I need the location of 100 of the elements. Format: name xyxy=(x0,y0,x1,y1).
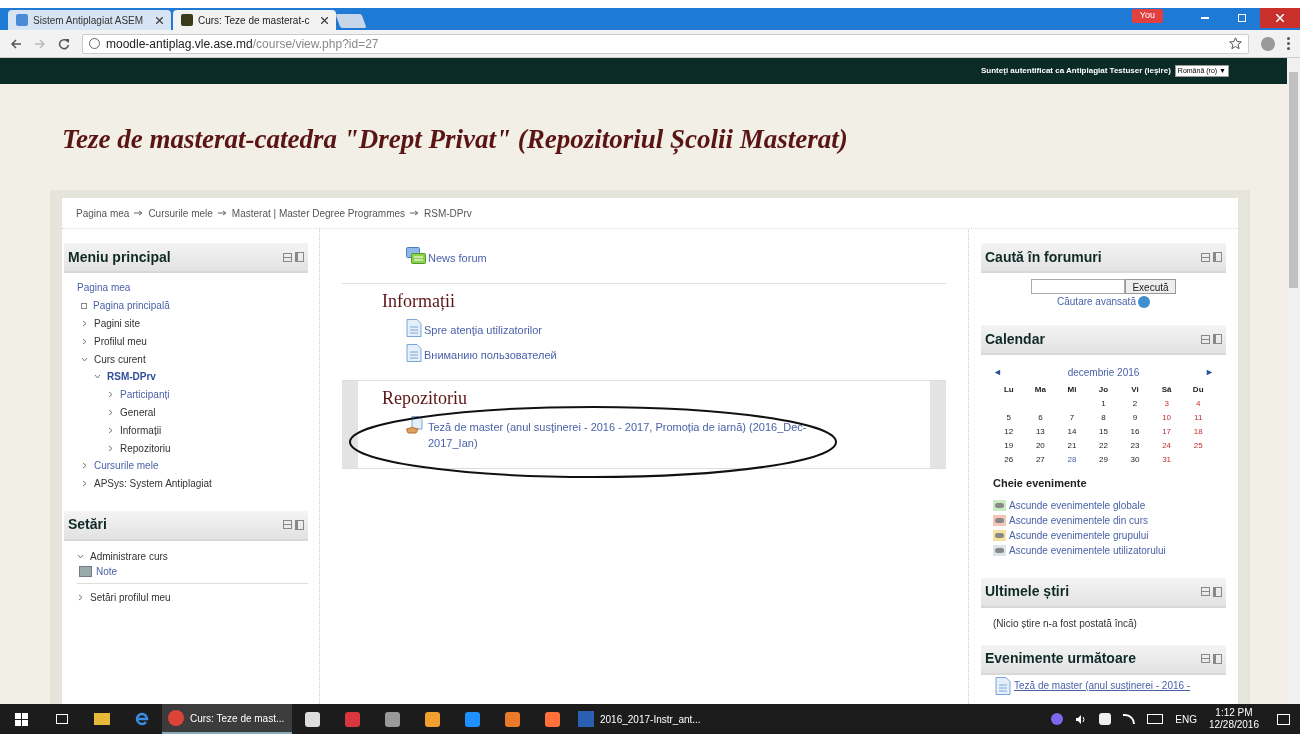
event-key-link[interactable]: Ascunde evenimentele grupului xyxy=(1009,527,1149,543)
calendar-day[interactable]: 19 xyxy=(993,439,1025,453)
activity-link[interactable]: Вниманию пользователей xyxy=(424,344,557,364)
calendar-day[interactable]: 22 xyxy=(1087,439,1120,453)
eye-icon[interactable] xyxy=(993,544,1006,556)
calendar-day[interactable]: 24 xyxy=(1150,439,1183,453)
nav-link[interactable]: Participanți xyxy=(120,387,170,403)
activity-link[interactable]: News forum xyxy=(428,247,487,267)
help-icon[interactable] xyxy=(1137,295,1150,308)
event-key-link[interactable]: Ascunde evenimentele din curs xyxy=(1009,512,1148,528)
calendar-day[interactable]: 5 xyxy=(993,411,1025,425)
address-field[interactable]: moodle-antiplag.vle.ase.md/course/view.php?id=27 xyxy=(82,33,1249,54)
close-window-button[interactable] xyxy=(1260,8,1300,28)
menu-icon[interactable] xyxy=(1287,37,1290,50)
nav-link[interactable]: Setări profilul meu xyxy=(90,590,171,606)
volume-icon[interactable] xyxy=(1075,713,1088,725)
dock-icon[interactable] xyxy=(1213,252,1222,262)
new-tab-button[interactable] xyxy=(335,14,367,28)
taskbar-app[interactable]: 2016_2017-Instr_ant... xyxy=(572,704,702,734)
reload-icon[interactable] xyxy=(58,37,70,50)
calendar-day[interactable]: 28 xyxy=(1056,453,1088,467)
previous-month-button[interactable]: ◄ xyxy=(993,365,1002,380)
chevron-right-icon[interactable] xyxy=(107,444,114,452)
nav-link[interactable]: General xyxy=(120,404,156,420)
extension-icon[interactable] xyxy=(1261,36,1275,51)
breadcrumb-link[interactable]: RSM-DPrv xyxy=(424,205,472,221)
calendar-day[interactable]: 11 xyxy=(1182,411,1214,425)
calendar-day[interactable]: 29 xyxy=(1087,453,1120,467)
nav-link[interactable]: Administrare curs xyxy=(90,549,168,565)
notification-icon[interactable] xyxy=(1277,713,1290,725)
browser-tab[interactable]: Curs: Teze de masterat-c xyxy=(173,10,336,30)
browser-tab[interactable]: Sistem Antiplagiat ASEM xyxy=(8,10,171,30)
dock-icon[interactable] xyxy=(295,252,304,262)
calendar-day[interactable]: 20 xyxy=(1024,439,1057,453)
search-button[interactable]: Execută xyxy=(1125,279,1176,294)
chevron-down-icon[interactable] xyxy=(94,373,101,381)
collapse-icon[interactable] xyxy=(283,252,292,262)
calendar-day[interactable]: 3 xyxy=(1150,397,1183,411)
advanced-search-link[interactable]: Căutare avansată xyxy=(1057,294,1136,309)
calendar-day[interactable]: 1 xyxy=(1087,397,1120,411)
activity-link[interactable]: Spre atenţia utilizatorilor xyxy=(424,318,542,338)
nav-link[interactable]: Pagini site xyxy=(94,316,141,331)
dock-icon[interactable] xyxy=(1213,334,1222,344)
close-icon[interactable] xyxy=(156,16,163,24)
calendar-day[interactable]: 27 xyxy=(1024,453,1057,467)
chevron-right-icon[interactable] xyxy=(77,594,84,602)
calendar-day[interactable]: 7 xyxy=(1056,411,1088,425)
month-title[interactable]: decembrie 2016 xyxy=(1067,365,1140,380)
chevron-right-icon[interactable] xyxy=(107,408,114,416)
nav-link[interactable]: Repozitoriu xyxy=(120,440,171,456)
collapse-icon[interactable] xyxy=(1201,252,1210,262)
nav-link[interactable]: APSys: System Antiplagiat xyxy=(94,476,212,492)
tray-icon[interactable] xyxy=(1099,713,1112,725)
collapse-icon[interactable] xyxy=(1201,587,1210,596)
calendar-day[interactable]: 14 xyxy=(1056,425,1088,439)
breadcrumb-link[interactable]: Pagina mea xyxy=(76,205,130,221)
nav-link[interactable]: Note xyxy=(96,564,118,580)
calendar-day[interactable]: 13 xyxy=(1024,425,1057,439)
calendar-day[interactable]: 8 xyxy=(1087,411,1120,425)
breadcrumb-link[interactable]: Cursurile mele xyxy=(148,205,213,221)
event-key-link[interactable]: Ascunde evenimentele utilizatorului xyxy=(1009,542,1166,558)
calendar-day[interactable]: 17 xyxy=(1150,425,1183,439)
browser-icon[interactable] xyxy=(134,711,150,727)
next-month-button[interactable]: ► xyxy=(1205,365,1214,380)
chevron-right-icon[interactable] xyxy=(81,462,88,470)
collapse-icon[interactable] xyxy=(1201,654,1210,663)
chevron-right-icon[interactable] xyxy=(81,320,88,327)
calendar-day[interactable]: 21 xyxy=(1056,439,1088,453)
calendar-day[interactable]: 2 xyxy=(1119,397,1151,411)
nav-link[interactable]: Profilul meu xyxy=(94,333,147,349)
input-language[interactable]: ENG xyxy=(1175,711,1197,727)
profile-button[interactable]: You xyxy=(1131,9,1163,23)
search-field[interactable] xyxy=(1031,279,1126,294)
keyboard-icon[interactable] xyxy=(1147,714,1164,724)
eye-icon[interactable] xyxy=(993,514,1006,526)
nav-link[interactable]: Pagina principală xyxy=(93,298,170,314)
taskbar-app[interactable]: Curs: Teze de mast... xyxy=(162,704,292,734)
scrollbar[interactable] xyxy=(1287,58,1300,704)
calendar-day[interactable]: 23 xyxy=(1119,439,1151,453)
breadcrumb-link[interactable]: Masterat | Master Degree Programmes xyxy=(231,205,406,221)
dock-icon[interactable] xyxy=(1213,586,1222,597)
chevron-down-icon[interactable] xyxy=(77,553,84,561)
chevron-right-icon[interactable] xyxy=(107,391,114,399)
chevron-down-icon[interactable] xyxy=(81,355,88,363)
calendar-day[interactable]: 12 xyxy=(993,425,1025,439)
nav-link[interactable]: Curs curent xyxy=(94,351,146,367)
calendar-day[interactable]: 25 xyxy=(1182,439,1214,453)
dock-icon[interactable] xyxy=(1213,653,1222,664)
nav-link[interactable]: Pagina mea xyxy=(77,280,131,296)
star-icon[interactable] xyxy=(1229,37,1242,50)
clock[interactable]: 1:12 PM 12/28/2016 xyxy=(1208,707,1259,731)
nav-link[interactable]: Informații xyxy=(120,422,162,438)
chevron-right-icon[interactable] xyxy=(81,337,88,345)
event-link[interactable]: Teză de master (anul susţinerei - 2016 - xyxy=(1014,678,1191,693)
calendar-day[interactable]: 10 xyxy=(1150,411,1183,425)
nav-link[interactable]: RSM-DPrv xyxy=(107,369,156,385)
calendar-day[interactable]: 30 xyxy=(1119,453,1151,467)
calendar-day[interactable]: 15 xyxy=(1087,425,1120,439)
calendar-day[interactable]: 31 xyxy=(1150,453,1183,467)
wifi-icon[interactable] xyxy=(1123,714,1136,724)
